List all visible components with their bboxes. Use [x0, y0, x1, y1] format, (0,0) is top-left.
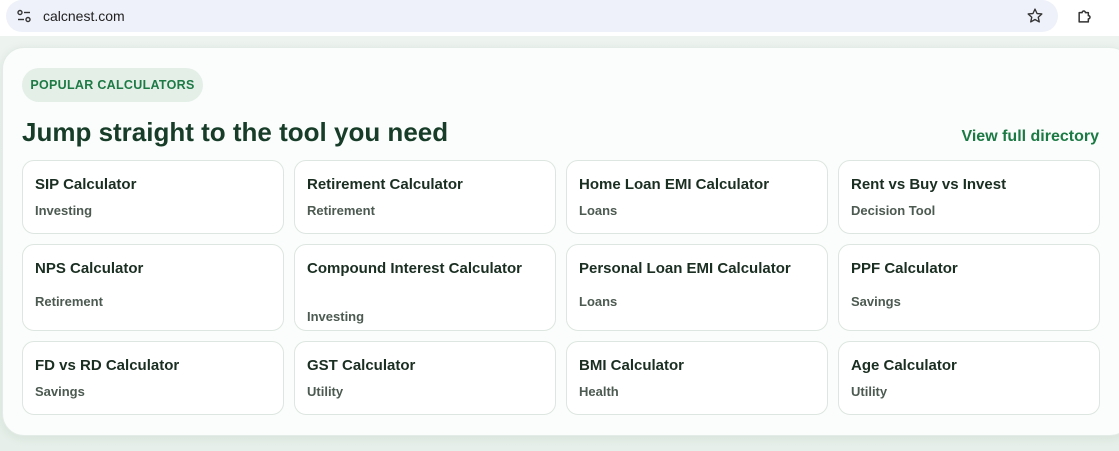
calculator-card[interactable]: SIP Calculator Investing	[22, 160, 284, 234]
calculator-category: Loans	[579, 203, 618, 218]
calculator-category: Loans	[579, 294, 618, 309]
calculator-title: SIP Calculator	[35, 176, 137, 193]
calculator-title: BMI Calculator	[579, 357, 685, 374]
calculator-card[interactable]: Retirement Calculator Retirement	[294, 160, 556, 234]
tune-icon[interactable]	[16, 8, 32, 24]
calculator-card[interactable]: NPS Calculator Retirement	[22, 244, 284, 331]
star-icon[interactable]	[1024, 5, 1046, 27]
view-full-directory-link[interactable]: View full directory	[961, 127, 1099, 147]
calculator-card[interactable]: Rent vs Buy vs Invest Decision Tool	[838, 160, 1100, 234]
calculator-title: FD vs RD Calculator	[35, 357, 180, 374]
calculator-category: Retirement	[35, 294, 103, 309]
section-badge: POPULAR CALCULATORS	[22, 68, 203, 102]
calculator-card[interactable]: GST Calculator Utility	[294, 341, 556, 415]
calculator-category: Decision Tool	[851, 203, 936, 218]
url-text[interactable]: calcnest.com	[43, 8, 125, 24]
calculator-category: Utility	[851, 384, 888, 399]
calculator-card[interactable]: FD vs RD Calculator Savings	[22, 341, 284, 415]
calculator-title: Compound Interest Calculator	[307, 260, 523, 277]
calculator-card[interactable]: BMI Calculator Health	[566, 341, 828, 415]
calculator-category: Health	[579, 384, 619, 399]
calculator-card[interactable]: Personal Loan EMI Calculator Loans	[566, 244, 828, 331]
calculator-card[interactable]: Compound Interest Calculator Investing	[294, 244, 556, 331]
calculator-category: Utility	[307, 384, 344, 399]
calculator-card[interactable]: Age Calculator Utility	[838, 341, 1100, 415]
calculator-title: GST Calculator	[307, 357, 416, 374]
browser-toolbar: calcnest.com	[0, 0, 1119, 36]
calculator-title: Age Calculator	[851, 357, 957, 374]
address-bar[interactable]: calcnest.com	[6, 0, 1058, 32]
puzzle-icon[interactable]	[1073, 4, 1097, 28]
calculator-category: Savings	[851, 294, 901, 309]
calculator-title: Rent vs Buy vs Invest	[851, 176, 1007, 193]
calculator-category: Investing	[35, 203, 93, 218]
calculator-category: Investing	[307, 309, 365, 324]
calculator-title: Retirement Calculator	[307, 176, 463, 193]
calculator-card[interactable]: PPF Calculator Savings	[838, 244, 1100, 331]
calculator-card[interactable]: Home Loan EMI Calculator Loans	[566, 160, 828, 234]
section-heading: Jump straight to the tool you need	[22, 117, 449, 147]
calculator-category: Savings	[35, 384, 85, 399]
calculator-title: Personal Loan EMI Calculator	[579, 260, 791, 277]
calculator-title: Home Loan EMI Calculator	[579, 176, 770, 193]
calculator-title: NPS Calculator	[35, 260, 144, 277]
calculator-title: PPF Calculator	[851, 260, 958, 277]
calculator-category: Retirement	[307, 203, 375, 218]
